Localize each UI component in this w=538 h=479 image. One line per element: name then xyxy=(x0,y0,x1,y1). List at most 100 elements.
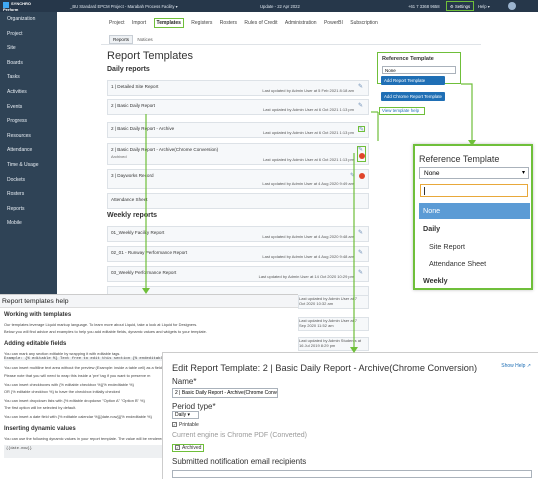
sub-tab-bar: Reports Notices xyxy=(109,35,156,44)
dropdown-option-site-report[interactable]: Site Report xyxy=(419,239,530,255)
sidebar-item-progress[interactable]: Progress xyxy=(0,114,57,129)
text-cursor xyxy=(424,187,425,195)
sidebar-item-events[interactable]: Events xyxy=(0,100,57,115)
help-text: You can insert a date field with {% edit… xyxy=(4,414,152,419)
sidebar-item-attendance[interactable]: Attendance xyxy=(0,143,57,158)
printable-checkbox[interactable]: ✓ Printable xyxy=(172,422,199,428)
dropdown-current-value[interactable]: None ▾ xyxy=(419,167,529,179)
tab-import[interactable]: Import xyxy=(132,20,146,26)
sidebar-item-organization[interactable]: Organization xyxy=(0,12,57,27)
help-text: You can insert checkboxes with {% editab… xyxy=(4,382,134,387)
dropdown-group-weekly: Weekly xyxy=(423,276,448,285)
divider xyxy=(101,44,481,45)
last-updated: Last updated by Admin Students at 16 Jul… xyxy=(299,338,362,348)
template-row-peek[interactable]: Last updated by Admin User at 7 Sep 2020… xyxy=(298,317,369,331)
sidebar-item-resources[interactable]: Resources xyxy=(0,129,57,144)
period-type-select[interactable]: Daily ▾ xyxy=(172,411,199,419)
tab-rosters[interactable]: Rosters xyxy=(220,20,237,26)
template-row-basic-daily[interactable]: 2 | Basic Daily Report Last updated by A… xyxy=(107,99,369,115)
name-input[interactable]: 2 | Basic Daily Report - Archive(Chrome … xyxy=(172,388,278,398)
edit-icon[interactable]: ✎ xyxy=(350,173,357,179)
dialog-title: Edit Report Template: 2 | Basic Daily Re… xyxy=(172,363,478,373)
tab-project[interactable]: Project xyxy=(109,20,125,26)
settings-button[interactable]: ⚙ Settings xyxy=(446,1,475,11)
archived-checkbox[interactable]: ✓ Archived xyxy=(172,444,205,452)
template-row-peek[interactable]: Last updated by Admin User at 7 Oct 2020… xyxy=(298,295,369,309)
help-code: Example: {% editable %} Text free to edi… xyxy=(4,357,173,361)
sidebar-item-dockets[interactable]: Dockets xyxy=(0,173,57,188)
template-row-basic-daily-archive[interactable]: 2 | Basic Daily Report - Archive Last up… xyxy=(107,122,369,138)
template-name: 1 | Detailed Site Report xyxy=(111,84,159,89)
add-report-template-button[interactable]: Add Report Template xyxy=(381,76,445,85)
period-type-label: Period type* xyxy=(172,402,216,411)
template-row-attendance-sheet[interactable]: Attendance Sheet xyxy=(107,193,369,209)
archived-label: Archived xyxy=(182,445,202,451)
template-row-dayworks-record[interactable]: 3 | Dayworks Record Last updated by Admi… xyxy=(107,169,369,189)
template-row-peek[interactable]: Last updated by Admin Students at 16 Jul… xyxy=(298,337,369,351)
update-date[interactable]: Update - 22 Apr 2022 xyxy=(260,4,300,9)
sidebar-item-site[interactable]: Site xyxy=(0,41,57,56)
template-row-weekly-performance[interactable]: 03_Weekly Performance Report Last update… xyxy=(107,266,369,282)
tab-registers[interactable]: Registers xyxy=(191,20,212,26)
phone-number: +61 7 3368 9658 xyxy=(408,4,440,9)
app-logo[interactable]: SYNCHRO Perform xyxy=(3,2,33,12)
subtab-notices[interactable]: Notices xyxy=(134,36,155,43)
delete-icon[interactable] xyxy=(359,173,365,179)
sidebar-item-reports[interactable]: Reports xyxy=(0,202,57,217)
dropdown-option-attendance-sheet[interactable]: Attendance Sheet xyxy=(419,256,530,272)
avatar[interactable] xyxy=(508,2,516,10)
edit-icon[interactable]: ✎ xyxy=(358,126,365,133)
add-chrome-report-template-button[interactable]: Add Chrome Report Template xyxy=(381,92,445,101)
template-row-basic-daily-archive-chrome[interactable]: 2 | Basic Daily Report - Archive(Chrome … xyxy=(107,143,369,165)
help-menu[interactable]: Help ▾ xyxy=(478,4,490,9)
edit-icon[interactable]: ✎ xyxy=(358,270,365,276)
edit-report-template-dialog: Edit Report Template: 2 | Basic Daily Re… xyxy=(162,352,538,479)
template-name: 2 | Basic Daily Report - Archive(Chrome … xyxy=(111,147,219,152)
sidebar-item-time-usage[interactable]: Time & Usage xyxy=(0,158,57,173)
sidebar-item-tasks[interactable]: Tasks xyxy=(0,70,57,85)
recipients-input[interactable] xyxy=(172,470,532,478)
sidebar-item-rosters[interactable]: Rosters xyxy=(0,187,57,202)
edit-icon[interactable]: ✎ xyxy=(358,250,365,256)
last-updated: Last updated by Admin User at 6 Oct 2021… xyxy=(263,130,354,135)
tab-templates[interactable]: Templates xyxy=(153,18,184,28)
view-template-help-link[interactable]: View template help xyxy=(379,107,425,115)
last-updated: Last updated by Admin User at 6 Oct 2021… xyxy=(263,107,354,112)
last-updated: Last updated by Admin User at 4 Aug 2020… xyxy=(262,254,354,259)
sidebar-item-project[interactable]: Project xyxy=(0,27,57,42)
sidebar-item-activities[interactable]: Activities xyxy=(0,85,57,100)
tab-rules-of-credit[interactable]: Rules of Credit xyxy=(244,20,277,26)
last-updated: Last updated by Admin User at 6 Oct 2021… xyxy=(263,157,354,162)
project-selector[interactable]: _BU Standard EPCM Project - Marabah Proc… xyxy=(70,4,178,9)
help-text: You can insert multiline text area witho… xyxy=(4,365,164,370)
template-name: 03_Weekly Performance Report xyxy=(111,270,177,275)
subtab-reports[interactable]: Reports xyxy=(109,35,134,44)
last-updated: Last updated by Admin User at 7 Sep 2020… xyxy=(299,318,358,328)
template-row-detailed-site-report[interactable]: 1 | Detailed Site Report Last updated by… xyxy=(107,80,369,96)
edit-icon[interactable]: ✎ xyxy=(358,84,365,90)
edit-icon[interactable]: ✎ xyxy=(358,103,365,109)
show-help-link[interactable]: Show Help ↗ xyxy=(501,363,531,369)
template-name: 01_Weekly Facility Report xyxy=(111,230,165,235)
tab-administration[interactable]: Administration xyxy=(285,20,317,26)
top-bar: SYNCHRO Perform _BU Standard EPCM Projec… xyxy=(0,0,538,12)
delete-icon[interactable] xyxy=(359,153,365,159)
template-name: 2 | Basic Daily Report - Archive xyxy=(111,126,175,131)
sidebar-item-mobile[interactable]: Mobile xyxy=(0,216,57,231)
tab-powerbi[interactable]: PowerBI xyxy=(324,20,343,26)
tab-subscription[interactable]: Subscription xyxy=(350,20,378,26)
tab-bar: Project Import Templates Registers Roste… xyxy=(109,18,384,28)
dropdown-option-none[interactable]: None xyxy=(419,203,530,219)
edit-icon[interactable]: ✎ xyxy=(358,230,365,236)
reference-template-dropdown: Reference Template None ▾ None Daily Site… xyxy=(413,144,533,290)
template-row-weekly-facility[interactable]: 01_Weekly Facility Report Last updated b… xyxy=(107,226,369,242)
recipients-label: Submitted notification email recipients xyxy=(172,457,307,466)
help-heading-working: Working with templates xyxy=(4,312,72,318)
last-updated: Last updated by Admin User at 7 Oct 2020… xyxy=(299,296,358,306)
help-text: OR {% editable checkbox %} to have the c… xyxy=(4,389,120,394)
dropdown-search-input[interactable] xyxy=(420,184,528,197)
reference-template-select[interactable]: None xyxy=(382,66,456,74)
sidebar-item-boards[interactable]: Boards xyxy=(0,56,57,71)
last-updated: Last updated by Admin User at 14 Oct 202… xyxy=(258,274,354,279)
template-row-runway-performance[interactable]: 02_01 - Runway Performance Report Last u… xyxy=(107,246,369,262)
